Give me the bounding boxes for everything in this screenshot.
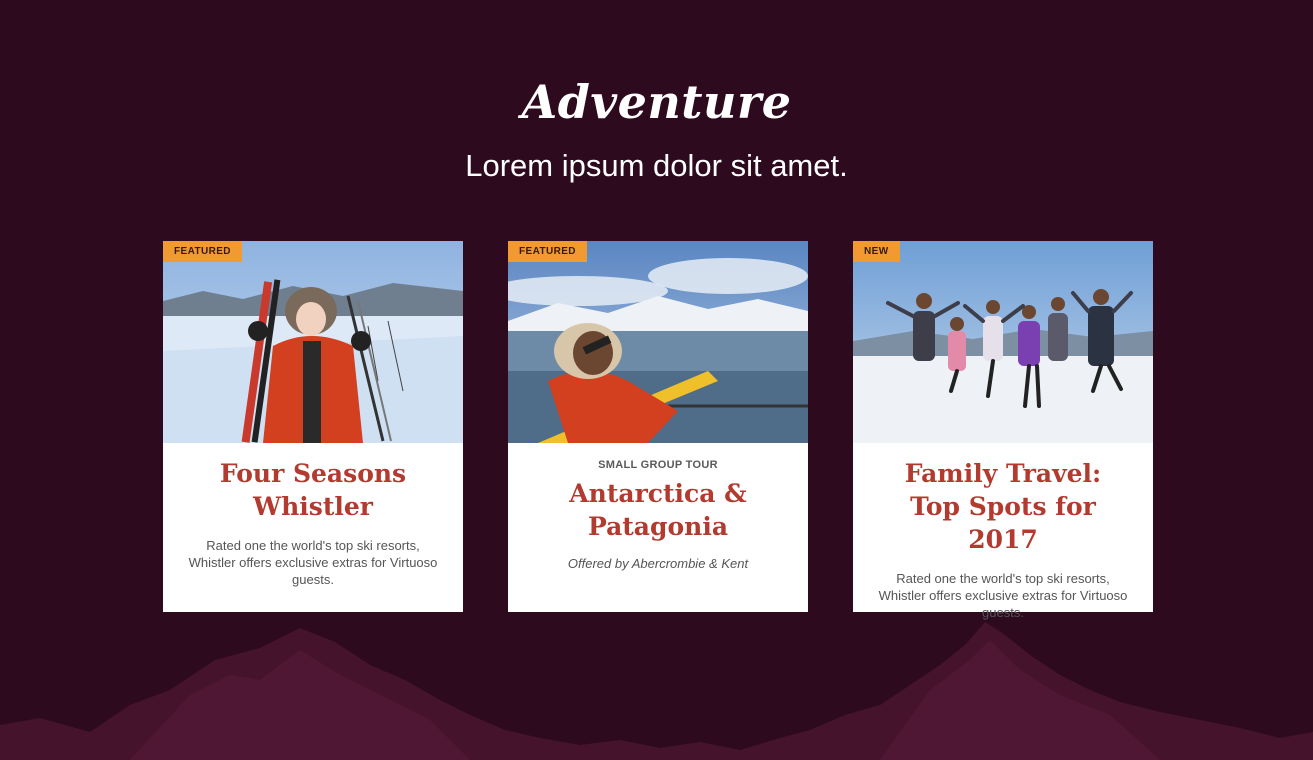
section-header: Adventure Lorem ipsum dolor sit amet. [0,72,1313,186]
card-title[interactable]: Four Seasons Whistler [183,457,443,523]
card-title-line: Patagonia [587,512,729,541]
card-title-line: Whistler [253,492,373,521]
card-four-seasons-whistler[interactable]: FEATURED Four Seasons Whistler Rated one… [163,241,463,612]
card-eyebrow: SMALL GROUP TOUR [598,459,718,471]
card-offered-by: Offered by Abercrombie & Kent [567,556,749,571]
card-list: FEATURED Four Seasons Whistler Rated one… [163,241,1153,620]
card-title[interactable]: Antarctica & Patagonia [528,477,788,543]
card-title-line: Family Travel: [904,459,1102,488]
card-badge: NEW [853,241,900,262]
card-title-line: Top Spots for 2017 [910,492,1096,554]
section-title: Adventure [521,75,792,129]
card-image-woman-skier[interactable]: FEATURED [163,241,463,443]
card-title[interactable]: Family Travel: Top Spots for 2017 [873,457,1133,556]
card-body: Four Seasons Whistler Rated one the worl… [163,443,463,588]
card-image-kayaker[interactable]: FEATURED [508,241,808,443]
card-badge: FEATURED [508,241,587,262]
card-description: Rated one the world's top ski resorts, W… [878,571,1128,620]
card-description: Rated one the world's top ski resorts, W… [188,538,438,587]
card-body: SMALL GROUP TOUR Antarctica & Patagonia … [508,443,808,572]
card-image-family-jumping[interactable]: NEW [853,241,1153,443]
card-title-line: Four Seasons [219,459,407,488]
card-family-travel[interactable]: NEW Family Travel: Top Spots for 2017 Ra… [853,241,1153,620]
card-title-line: Antarctica & [569,479,747,508]
card-badge: FEATURED [163,241,242,262]
card-antarctica-patagonia[interactable]: FEATURED SMALL GROUP TOUR Antarctica & P… [508,241,808,612]
card-body: Family Travel: Top Spots for 2017 Rated … [853,443,1153,621]
section-subtitle: Lorem ipsum dolor sit amet. [465,148,848,183]
mountain-silhouette-decoration [0,622,1313,760]
